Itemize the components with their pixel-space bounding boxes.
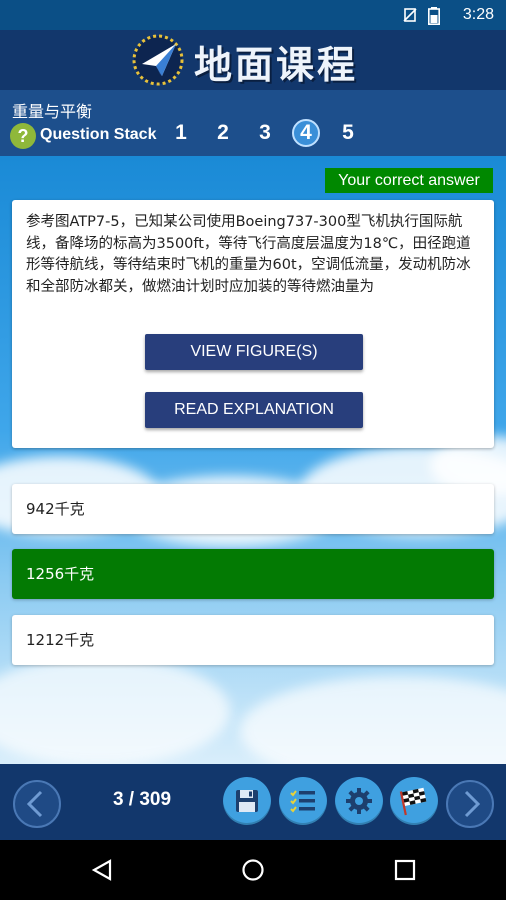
help-symbol: ? — [18, 126, 29, 146]
topic-title: 重量与平衡 — [12, 102, 93, 121]
next-arrow-icon — [464, 790, 481, 818]
stack-item-1[interactable]: 1 — [167, 119, 195, 147]
view-figure-button[interactable]: VIEW FIGURE(S) — [145, 334, 363, 370]
stack-item-2[interactable]: 2 — [209, 119, 237, 147]
stack-item-5[interactable]: 5 — [334, 119, 362, 147]
sim-off-icon — [403, 8, 417, 22]
answer-option-3[interactable]: 1212千克 — [12, 615, 494, 665]
recents-nav-icon[interactable] — [394, 859, 416, 881]
settings-icon — [346, 788, 372, 814]
answer-option-2-correct[interactable]: 1256千克 — [12, 549, 494, 599]
save-button[interactable] — [223, 777, 271, 825]
battery-icon — [428, 7, 440, 25]
app-title: 地面课程 — [194, 43, 359, 87]
app-header: 地面课程 — [0, 30, 506, 90]
question-stack-label: Question Stack — [40, 126, 157, 143]
read-explanation-button[interactable]: READ EXPLANATION — [145, 392, 363, 428]
settings-button[interactable] — [335, 777, 383, 825]
next-question-button[interactable] — [446, 780, 494, 828]
question-counter: 3 / 309 — [112, 789, 172, 810]
previous-question-button[interactable] — [13, 780, 61, 828]
stack-item-3[interactable]: 3 — [251, 119, 279, 147]
status-time: 3:28 — [462, 6, 494, 23]
question-list-button[interactable] — [279, 777, 327, 825]
status-icons — [402, 7, 440, 25]
back-nav-icon[interactable] — [90, 858, 114, 882]
system-nav-bar — [0, 840, 506, 900]
logo-plane-icon — [132, 34, 184, 86]
stack-item-4[interactable]: 4 — [292, 119, 320, 147]
answer-option-1[interactable]: 942千克 — [12, 484, 494, 534]
question-text: 参考图ATP7-5，已知某公司使用Boeing737-300型飞机执行国际航线，… — [26, 214, 471, 295]
status-bar: 3:28 — [0, 0, 506, 30]
prev-arrow-icon — [26, 790, 43, 818]
finish-flag-icon — [399, 787, 427, 816]
home-nav-icon[interactable] — [241, 858, 265, 882]
correct-answer-label: Your correct answer — [325, 168, 493, 193]
finish-button[interactable] — [390, 777, 438, 825]
help-icon[interactable]: ? — [9, 122, 37, 150]
save-icon — [236, 790, 258, 812]
checklist-icon — [290, 790, 315, 813]
question-card: 参考图ATP7-5，已知某公司使用Boeing737-300型飞机执行国际航线，… — [12, 200, 494, 448]
